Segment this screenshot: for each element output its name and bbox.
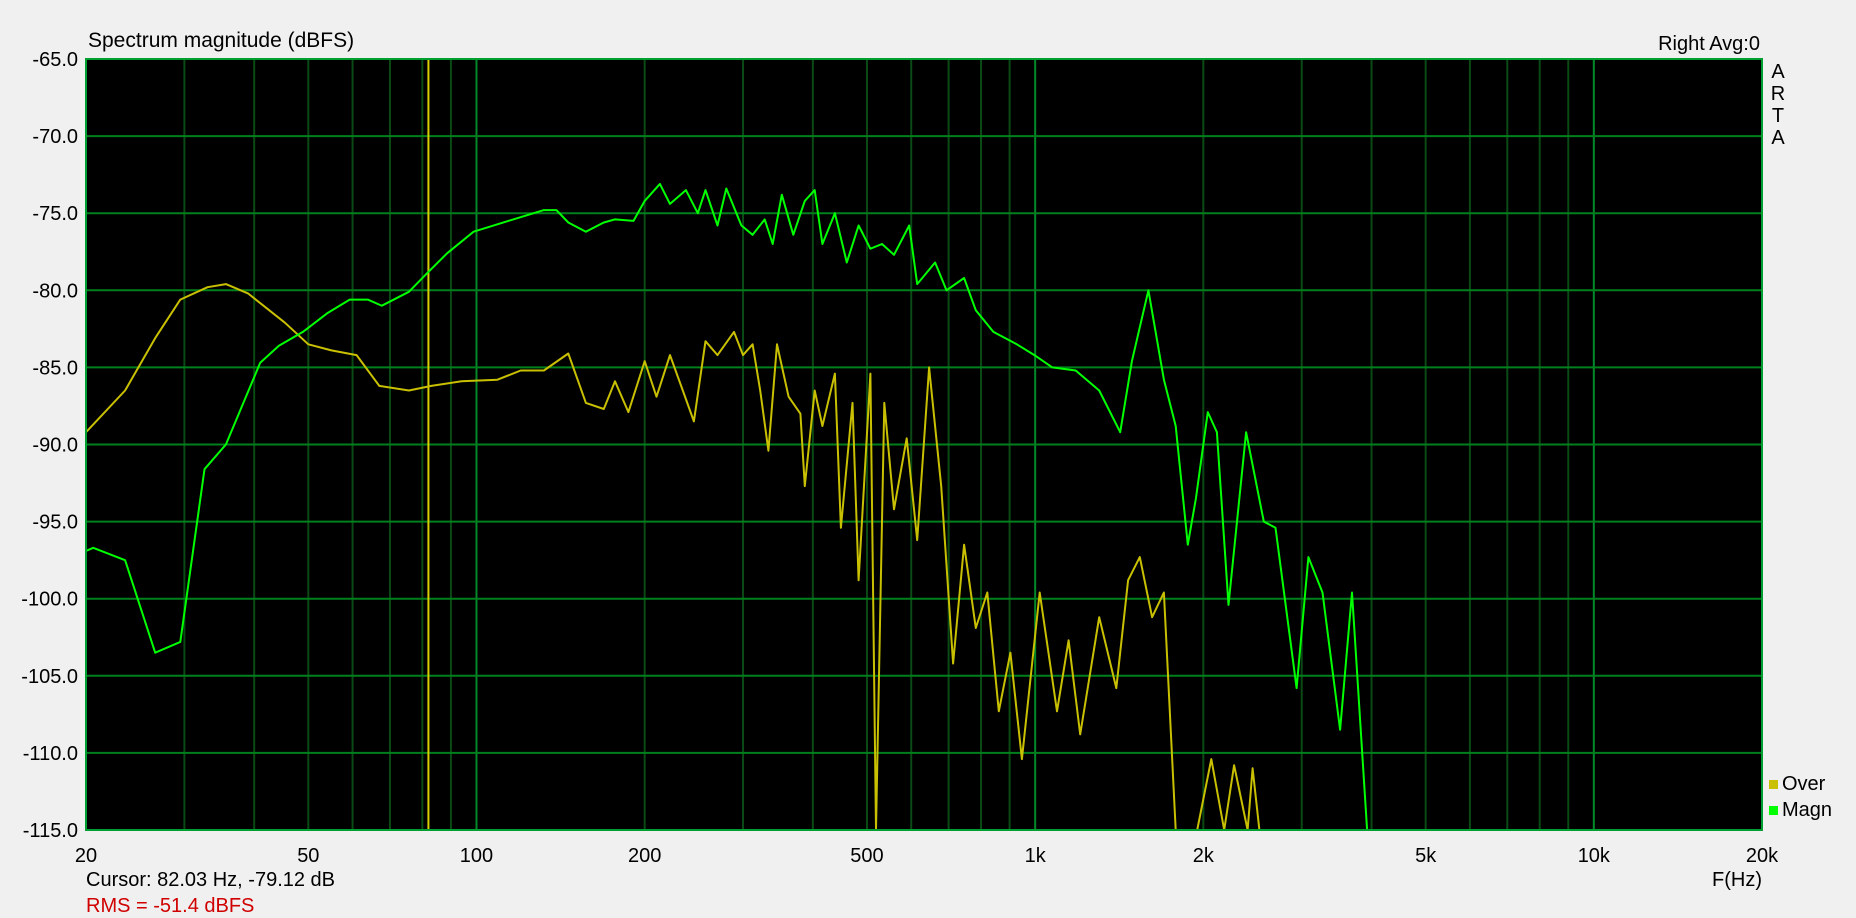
watermark-letter: A bbox=[1771, 61, 1785, 83]
arta-watermark: ARTA bbox=[1771, 61, 1786, 149]
y-tick-label: -105.0 bbox=[21, 666, 78, 688]
y-tick-label: -90.0 bbox=[32, 435, 78, 457]
chart-title: Spectrum magnitude (dBFS) bbox=[88, 29, 354, 52]
x-tick-label: 5k bbox=[1415, 845, 1437, 867]
watermark-letter: T bbox=[1772, 105, 1784, 127]
watermark-letter: A bbox=[1771, 127, 1785, 149]
legend-swatch-over bbox=[1769, 780, 1778, 789]
y-tick-label: -115.0 bbox=[23, 820, 78, 842]
x-tick-label: 10k bbox=[1578, 845, 1611, 867]
x-tick-label: 20 bbox=[75, 845, 97, 867]
legend-swatch-magn bbox=[1769, 806, 1778, 815]
y-tick-label: -95.0 bbox=[32, 512, 78, 534]
rms-readout: RMS = -51.4 dBFS bbox=[86, 895, 254, 917]
y-tick-label: -75.0 bbox=[32, 203, 78, 225]
y-tick-label: -80.0 bbox=[32, 280, 78, 302]
watermark-letter: R bbox=[1771, 83, 1785, 105]
legend-label-magn: Magn bbox=[1782, 799, 1832, 821]
cursor-readout: Cursor: 82.03 Hz, -79.12 dB bbox=[86, 869, 335, 891]
spectrum-chart: Spectrum magnitude (dBFS) Right Avg:0 -6… bbox=[21, 29, 1832, 917]
x-tick-label: 20k bbox=[1746, 845, 1779, 867]
y-tick-label: -65.0 bbox=[32, 49, 78, 71]
x-tick-label: 200 bbox=[628, 845, 661, 867]
legend-label-over: Over bbox=[1782, 773, 1826, 795]
x-tick-label: 50 bbox=[297, 845, 319, 867]
x-tick-label: 500 bbox=[850, 845, 883, 867]
x-tick-label: 1k bbox=[1025, 845, 1047, 867]
x-axis-label: F(Hz) bbox=[1712, 869, 1762, 891]
y-tick-label: -85.0 bbox=[32, 357, 78, 379]
y-tick-label: -110.0 bbox=[23, 743, 78, 765]
legend: Over Magn bbox=[1769, 773, 1832, 821]
channel-info: Right Avg:0 bbox=[1658, 33, 1760, 55]
x-tick-label: 2k bbox=[1193, 845, 1215, 867]
y-tick-label: -100.0 bbox=[21, 589, 78, 611]
x-tick-label: 100 bbox=[460, 845, 493, 867]
y-tick-label: -70.0 bbox=[32, 126, 78, 148]
